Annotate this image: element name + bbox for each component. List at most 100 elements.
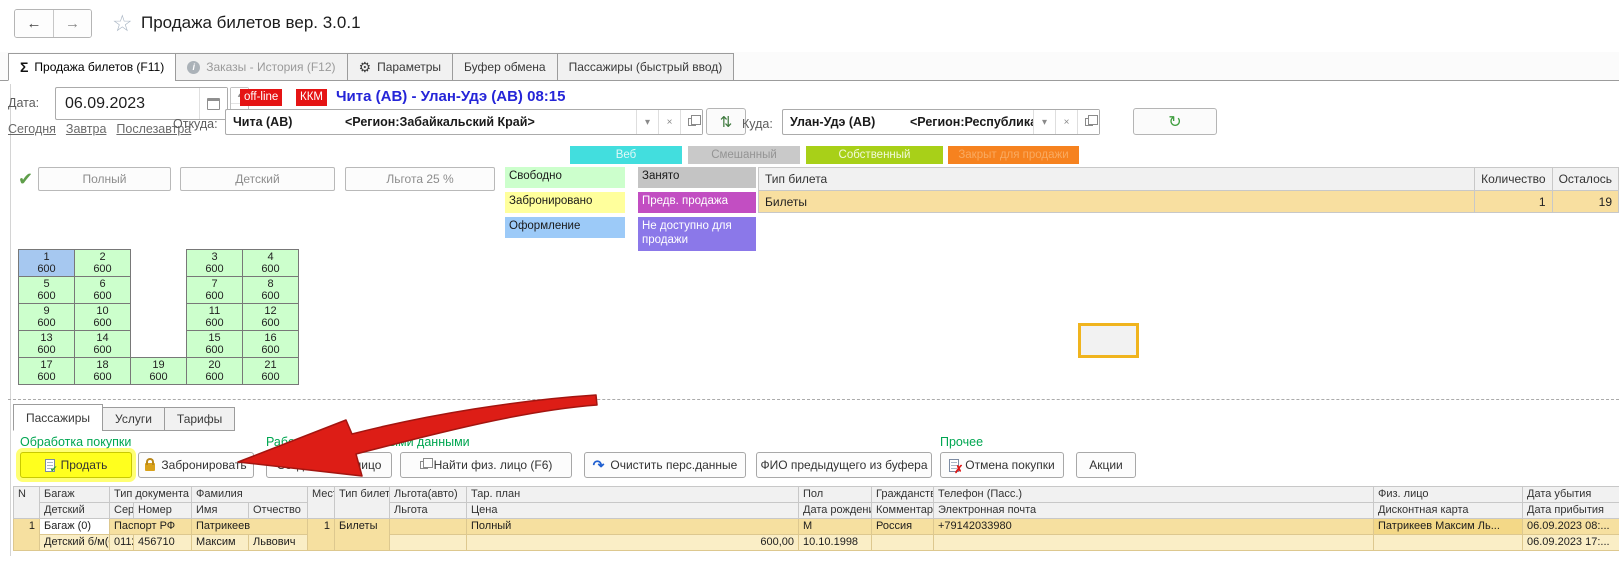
clear-personal-data-button[interactable]: ↷ Очистить перс.данные — [584, 452, 746, 478]
cell-ticket-type[interactable]: Билеты — [335, 519, 390, 551]
date-input[interactable]: 06.09.2023 — [55, 87, 228, 120]
cell-firstname[interactable]: Максим — [192, 535, 249, 551]
swap-stations-button[interactable]: ⇅ — [706, 108, 746, 135]
cell-email[interactable] — [934, 535, 1374, 551]
cell-phone[interactable]: +79142033980 — [934, 519, 1374, 535]
seat-9[interactable]: 9600 — [19, 304, 75, 331]
create-person-button[interactable]: Создать физ. лицо — [266, 452, 392, 478]
fare-full-button[interactable]: Полный — [38, 167, 171, 191]
seat-20[interactable]: 20600 — [187, 358, 243, 385]
tab-label: Буфер обмена — [464, 60, 546, 74]
cell-n[interactable]: 1 — [14, 519, 40, 551]
legend-reserved: Забронировано — [505, 192, 625, 213]
seat-17[interactable]: 17600 — [19, 358, 75, 385]
seat-16[interactable]: 16600 — [243, 331, 299, 358]
fio-from-buffer-button[interactable]: ФИО предыдущего из буфера — [756, 452, 932, 478]
cell-comment[interactable] — [872, 535, 934, 551]
tab-orders-history[interactable]: i Заказы - История (F12) — [175, 53, 347, 81]
to-dropdown-icon[interactable]: ▾ — [1033, 110, 1055, 134]
cell-lastname[interactable]: Патрикеев — [192, 519, 308, 535]
tab-clipboard[interactable]: Буфер обмена — [452, 53, 558, 81]
to-clear-icon[interactable]: × — [1055, 110, 1077, 134]
tab-tariffs[interactable]: Тарифы — [164, 407, 235, 431]
tab-ticket-sale[interactable]: Σ Продажа билетов (F11) — [8, 53, 176, 81]
cell-seat[interactable]: 1 — [308, 519, 335, 551]
cell-middlename[interactable]: Львович — [249, 535, 308, 551]
link-today[interactable]: Сегодня — [8, 122, 56, 136]
find-person-icon — [420, 461, 428, 469]
seat-13[interactable]: 13600 — [19, 331, 75, 358]
open-icon — [688, 118, 696, 126]
seat-4[interactable]: 4600 — [243, 250, 299, 277]
from-station-input[interactable]: Чита (АВ) <Регион:Забайкальский Край> ▾ … — [225, 109, 703, 135]
cell-price[interactable]: 600,00 — [467, 535, 799, 551]
tab-parameters[interactable]: ⚙ Параметры — [347, 53, 454, 81]
header-row-1: N Багаж Тип документа Фамилия Место Тип … — [14, 487, 1619, 503]
cell-baggage[interactable]: Багаж (0) — [40, 519, 110, 535]
cell-birthdate[interactable]: 10.10.1998 — [799, 535, 872, 551]
seat-21[interactable]: 21600 — [243, 358, 299, 385]
seat-10[interactable]: 10600 — [75, 304, 131, 331]
forward-button[interactable]: → — [53, 10, 91, 37]
cell-person[interactable]: Патрикеев Максим Ль... — [1374, 519, 1523, 535]
seat-6[interactable]: 6600 — [75, 277, 131, 304]
cell-benefit[interactable] — [390, 535, 467, 551]
section-other: Прочее — [940, 435, 983, 449]
seat-1[interactable]: 1600 — [19, 250, 75, 277]
tab-passengers-quick-entry[interactable]: Пассажиры (быстрый ввод) — [557, 53, 735, 81]
ticket-type-cell[interactable]: Билеты — [759, 191, 1475, 213]
fare-child-button[interactable]: Детский — [180, 167, 335, 191]
from-dropdown-icon[interactable]: ▾ — [636, 110, 658, 134]
seat-7[interactable]: 7600 — [187, 277, 243, 304]
to-station-input[interactable]: Улан-Удэ (АВ) <Регион:Республика Бурятия… — [782, 109, 1100, 135]
calendar-button[interactable] — [199, 88, 227, 119]
cell-tariff[interactable]: Полный — [467, 519, 799, 535]
seat-2[interactable]: 2600 — [75, 250, 131, 277]
cell-doc-type[interactable]: Паспорт РФ — [110, 519, 192, 535]
fare-discount-button[interactable]: Льгота 25 % — [345, 167, 495, 191]
sigma-icon: Σ — [20, 59, 28, 75]
back-button[interactable]: ← — [15, 10, 53, 37]
cell-gender[interactable]: М — [799, 519, 872, 535]
favorite-star-icon[interactable]: ☆ — [112, 10, 133, 37]
from-clear-icon[interactable]: × — [658, 110, 680, 134]
to-open-icon[interactable] — [1077, 110, 1099, 134]
refresh-button[interactable]: ↻ — [1133, 108, 1217, 135]
cell-series[interactable]: 0112 — [110, 535, 134, 551]
promotions-button[interactable]: Акции — [1076, 452, 1136, 478]
cell-departure[interactable]: 06.09.2023 08:... — [1523, 519, 1619, 535]
col-series: Серия — [110, 503, 134, 519]
seat-15[interactable]: 15600 — [187, 331, 243, 358]
from-open-icon[interactable] — [680, 110, 702, 134]
seat-18[interactable]: 18600 — [75, 358, 131, 385]
remaining-cell[interactable]: 19 — [1552, 191, 1618, 213]
passenger-row-line1[interactable]: 1 Багаж (0) Паспорт РФ Патрикеев 1 Билет… — [14, 519, 1619, 535]
cell-benefit-auto[interactable] — [390, 519, 467, 535]
col-benefit-auto: Льгота(авто) — [390, 487, 467, 503]
find-person-button[interactable]: Найти физ. лицо (F6) — [400, 452, 572, 478]
section-purchase: Обработка покупки — [20, 435, 131, 449]
seat-3[interactable]: 3600 — [187, 250, 243, 277]
cell-arrival[interactable]: 06.09.2023 17:... — [1523, 535, 1619, 551]
sell-button[interactable]: Продать — [20, 452, 132, 478]
seat-11[interactable]: 11600 — [187, 304, 243, 331]
cell-baggage-child[interactable]: Детский б/м(0) — [40, 535, 110, 551]
aisle-cell — [131, 277, 187, 304]
passengers-table: N Багаж Тип документа Фамилия Место Тип … — [13, 486, 1619, 551]
reserve-button[interactable]: Забронировать — [138, 452, 254, 478]
passenger-row-line2[interactable]: Детский б/м(0) 0112 456710 Максим Львови… — [14, 535, 1619, 551]
quantity-cell[interactable]: 1 — [1475, 191, 1552, 213]
tab-passengers[interactable]: Пассажиры — [13, 404, 103, 431]
seat-19[interactable]: 19600 — [131, 358, 187, 385]
seat-14[interactable]: 14600 — [75, 331, 131, 358]
cell-discount-card[interactable] — [1374, 535, 1523, 551]
cancel-purchase-button[interactable]: Отмена покупки — [940, 452, 1064, 478]
cell-number[interactable]: 456710 — [134, 535, 192, 551]
link-tomorrow[interactable]: Завтра — [66, 122, 107, 136]
tab-services[interactable]: Услуги — [102, 407, 165, 431]
seat-8[interactable]: 8600 — [243, 277, 299, 304]
seat-5[interactable]: 5600 — [19, 277, 75, 304]
cell-citizenship[interactable]: Россия — [872, 519, 934, 535]
ticket-type-row[interactable]: Билеты 1 19 — [759, 191, 1619, 213]
seat-12[interactable]: 12600 — [243, 304, 299, 331]
